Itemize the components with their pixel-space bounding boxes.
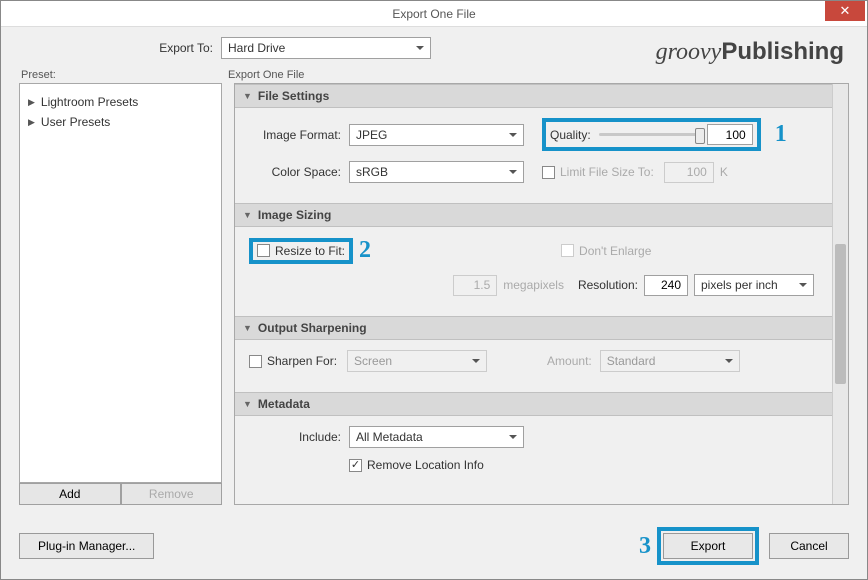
include-select[interactable]: All Metadata [349,426,524,448]
image-format-select[interactable]: JPEG [349,124,524,146]
window-title: Export One File [392,7,475,21]
callout-3: 3 [639,533,651,560]
remove-location-checkbox[interactable] [349,459,362,472]
remove-location-label: Remove Location Info [367,458,484,472]
export-to-select[interactable]: Hard Drive [221,37,431,59]
limit-filesize-unit: K [720,165,728,179]
megapixels-unit: megapixels [503,278,564,292]
quality-input[interactable] [707,124,753,145]
resize-to-fit-checkbox[interactable] [257,244,270,257]
callout-2: 2 [359,237,371,264]
color-space-label: Color Space: [249,165,349,179]
output-sharpening-header[interactable]: ▼ Output Sharpening [235,316,832,340]
resize-highlight: Resize to Fit: [249,238,353,264]
close-icon: ✕ [840,3,851,19]
resolution-label: Resolution: [578,278,638,292]
triangle-right-icon: ▶ [28,97,35,108]
export-button[interactable]: Export [663,533,753,559]
image-format-label: Image Format: [249,128,349,142]
include-label: Include: [249,430,349,444]
plugin-manager-button[interactable]: Plug-in Manager... [19,533,154,559]
close-button[interactable]: ✕ [825,1,865,21]
limit-filesize-checkbox[interactable] [542,166,555,179]
dont-enlarge-label: Don't Enlarge [579,244,651,258]
export-highlight: Export [657,527,759,565]
resolution-unit-select[interactable]: pixels per inch [694,274,814,296]
dont-enlarge-checkbox [561,244,574,257]
scroll-thumb[interactable] [835,244,846,384]
quality-label: Quality: [550,128,591,142]
preset-panel: ▶ Lightroom Presets ▶ User Presets Add R… [19,83,222,505]
resolution-input[interactable] [644,275,688,296]
quality-highlight: Quality: [542,118,761,151]
amount-label: Amount: [547,354,600,368]
export-to-label: Export To: [21,41,221,55]
megapixels-input [453,275,497,296]
brand-watermark: groovyPublishing [656,38,844,66]
preset-list[interactable]: ▶ Lightroom Presets ▶ User Presets [19,83,222,483]
dialog-buttons: Plug-in Manager... 3 Export Cancel [1,517,867,579]
export-dialog: Export One File ✕ groovyPublishing Expor… [0,0,868,580]
remove-preset-button: Remove [121,483,223,505]
metadata-header[interactable]: ▼ Metadata [235,392,832,416]
resize-to-fit-label: Resize to Fit: [275,244,345,258]
image-sizing-header[interactable]: ▼ Image Sizing [235,203,832,227]
color-space-select[interactable]: sRGB [349,161,524,183]
preset-label: Preset: [19,69,224,81]
sharpen-for-checkbox[interactable] [249,355,262,368]
triangle-right-icon: ▶ [28,117,35,128]
amount-select: Standard [600,350,740,372]
file-settings-header[interactable]: ▼ File Settings [235,84,832,108]
cancel-button[interactable]: Cancel [769,533,849,559]
preset-item-lightroom[interactable]: ▶ Lightroom Presets [24,92,217,112]
triangle-down-icon: ▼ [243,91,252,101]
quality-slider[interactable] [599,133,699,136]
triangle-down-icon: ▼ [243,323,252,333]
panel-label: Export One File [224,69,304,81]
add-preset-button[interactable]: Add [19,483,121,505]
limit-filesize-input [664,162,714,183]
titlebar: Export One File ✕ [1,1,867,27]
limit-filesize-label: Limit File Size To: [560,165,664,179]
settings-panel: ▼ File Settings Image Format: JPEG Quali… [234,83,849,505]
triangle-down-icon: ▼ [243,210,252,220]
sharpen-for-select: Screen [347,350,487,372]
scrollbar[interactable] [832,84,848,504]
preset-item-user[interactable]: ▶ User Presets [24,112,217,132]
callout-1: 1 [775,121,787,148]
triangle-down-icon: ▼ [243,399,252,409]
slider-thumb[interactable] [695,128,705,144]
sharpen-for-label: Sharpen For: [267,354,337,368]
